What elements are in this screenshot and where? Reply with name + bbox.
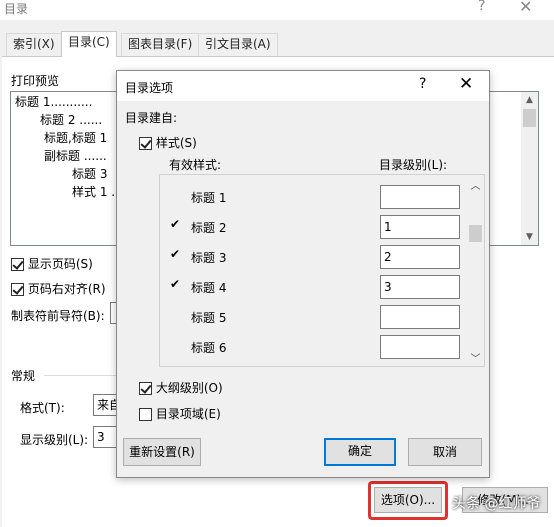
outline-levels-checkbox[interactable]: 大纲级别(O) bbox=[139, 379, 223, 396]
show-page-numbers-checkbox[interactable]: 显示页码(S) bbox=[11, 255, 93, 272]
options-button-highlight bbox=[368, 481, 448, 520]
preview-line: 副标题 ...... bbox=[44, 149, 107, 163]
check-icon: ✔ bbox=[170, 277, 181, 291]
right-align-label: 页码右对齐(R) bbox=[27, 282, 106, 296]
style-levels-list: 标题 1 ✔ 标题 2 1 ✔ 标题 3 2 ✔ 标题 4 3 标题 5 标题 … bbox=[159, 174, 485, 367]
available-styles-heading: 有效样式: bbox=[169, 158, 222, 172]
dialog-title: 目录选项 bbox=[125, 81, 174, 95]
levels-label: 显示级别(L): bbox=[20, 433, 89, 447]
tab-figures[interactable]: 图表目录(F) bbox=[121, 33, 200, 56]
tab-index[interactable]: 索引(X) bbox=[6, 33, 62, 56]
level-input[interactable] bbox=[380, 185, 460, 209]
general-heading: 常规 bbox=[11, 369, 36, 383]
toc-fields-label: 目录项域(E) bbox=[155, 407, 221, 421]
scroll-down-icon[interactable]: ﹀ bbox=[467, 350, 484, 365]
tab-citations[interactable]: 引文目录(A) bbox=[198, 33, 278, 56]
scroll-thumb[interactable] bbox=[469, 225, 482, 242]
toc-level-heading: 目录级别(L): bbox=[379, 158, 448, 172]
preview-line: 标题 1........... bbox=[15, 95, 93, 109]
style-name: 标题 6 bbox=[191, 341, 227, 355]
scroll-thumb[interactable] bbox=[523, 109, 536, 127]
reset-button[interactable]: 重新设置(R) bbox=[123, 438, 201, 466]
level-input[interactable] bbox=[380, 335, 460, 359]
style-name: 标题 1 bbox=[191, 191, 227, 205]
ok-button[interactable]: 确定 bbox=[324, 438, 396, 466]
tab-toc[interactable]: 目录(C) bbox=[61, 31, 117, 57]
level-input[interactable]: 1 bbox=[380, 215, 460, 239]
print-preview-label: 打印预览 bbox=[11, 74, 60, 88]
level-input[interactable] bbox=[380, 305, 460, 329]
style-name: 标题 5 bbox=[191, 311, 227, 325]
scroll-down-icon[interactable]: ▼ bbox=[521, 229, 538, 245]
toc-fields-checkbox[interactable]: 目录项域(E) bbox=[139, 405, 221, 422]
check-icon: ✔ bbox=[170, 217, 181, 231]
preview-line: 标题 3 bbox=[72, 167, 108, 181]
checkbox-icon bbox=[11, 258, 24, 271]
preview-line: 标题,标题 1 bbox=[44, 131, 108, 145]
window-titlebar: 目录 ? ✕ bbox=[0, 0, 554, 20]
style-list-scrollbar[interactable]: ︿ ﹀ bbox=[467, 175, 484, 366]
right-align-checkbox[interactable]: 页码右对齐(R) bbox=[11, 280, 106, 297]
preview-scrollbar[interactable]: ▲ ▼ bbox=[521, 92, 538, 245]
help-icon[interactable]: ? bbox=[419, 76, 426, 92]
format-label: 格式(T): bbox=[20, 401, 65, 415]
help-icon[interactable]: ? bbox=[478, 0, 485, 14]
scroll-up-icon[interactable]: ▲ bbox=[521, 92, 538, 108]
build-from-label: 目录建自: bbox=[125, 111, 178, 125]
styles-checkbox[interactable]: 样式(S) bbox=[139, 134, 197, 151]
watermark: 头条 @红师爷 bbox=[452, 496, 541, 512]
level-input[interactable]: 3 bbox=[380, 275, 460, 299]
styles-label: 样式(S) bbox=[155, 136, 197, 150]
close-icon[interactable]: ✕ bbox=[459, 74, 473, 94]
cancel-button[interactable]: 取消 bbox=[408, 438, 482, 466]
outline-levels-label: 大纲级别(O) bbox=[155, 381, 223, 395]
tab-leader-label: 制表符前导符(B): bbox=[11, 309, 105, 323]
style-name: 标题 4 bbox=[191, 281, 227, 295]
preview-line: 样式 1 . bbox=[72, 185, 116, 199]
group-divider bbox=[44, 375, 120, 376]
level-input[interactable]: 2 bbox=[380, 245, 460, 269]
style-list: 标题 1 ✔ 标题 2 1 ✔ 标题 3 2 ✔ 标题 4 3 标题 5 标题 … bbox=[160, 175, 466, 366]
style-name: 标题 3 bbox=[191, 251, 227, 265]
window-title: 目录 bbox=[4, 2, 29, 16]
checkbox-icon bbox=[139, 408, 152, 421]
style-name: 标题 2 bbox=[191, 221, 227, 235]
close-icon[interactable]: ✕ bbox=[519, 0, 532, 16]
check-icon: ✔ bbox=[170, 247, 181, 261]
scroll-up-icon[interactable]: ︿ bbox=[467, 177, 484, 192]
checkbox-icon bbox=[11, 283, 24, 296]
tab-strip: 索引(X) 目录(C) 图表目录(F) 引文目录(A) bbox=[0, 20, 554, 57]
dialog-titlebar: 目录选项 ? ✕ bbox=[117, 71, 489, 101]
checkbox-icon bbox=[139, 382, 152, 395]
checkbox-icon bbox=[139, 137, 152, 150]
show-page-numbers-label: 显示页码(S) bbox=[27, 257, 93, 271]
preview-line: 标题 2 ...... bbox=[40, 113, 103, 127]
toc-options-dialog: 目录选项 ? ✕ 目录建自: 样式(S) 有效样式: 目录级别(L): 标题 1… bbox=[116, 70, 490, 478]
